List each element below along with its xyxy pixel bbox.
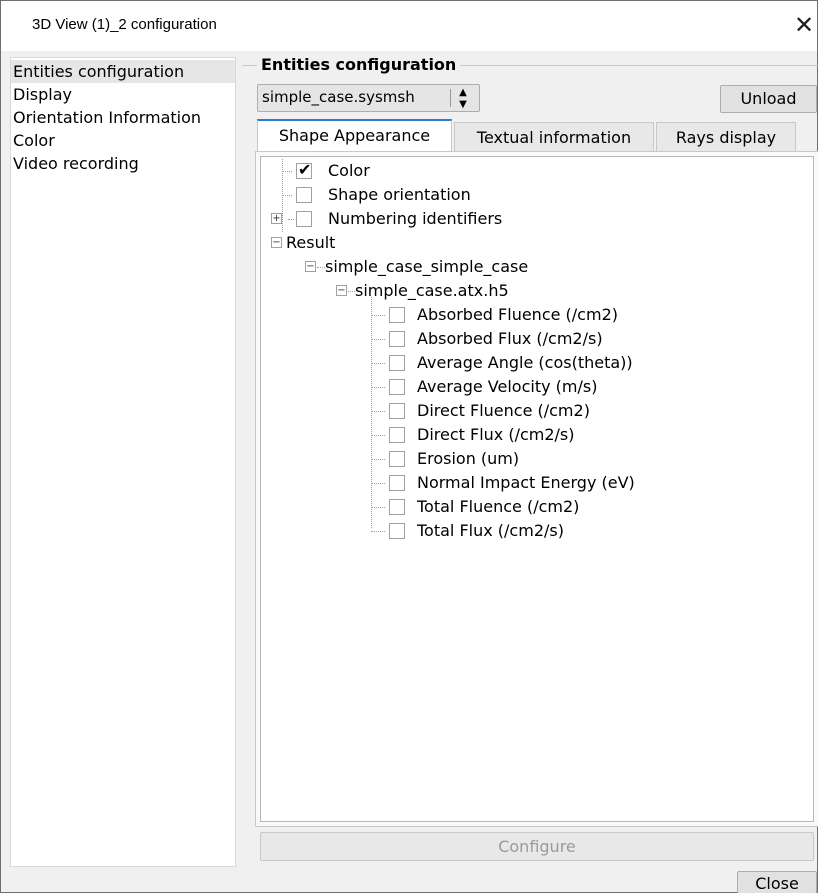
tree-node-label: Average Angle (cos(theta)) — [417, 353, 633, 372]
tree-node-result-item[interactable]: Average Velocity (m/s) — [387, 375, 687, 399]
nav-item-entities-configuration[interactable]: Entities configuration — [11, 60, 235, 83]
tree-node-label: Shape orientation — [328, 185, 471, 204]
tree-connector — [371, 435, 385, 436]
spin-arrows-icon: ▲ ▼ — [459, 87, 467, 110]
collapse-minus-icon[interactable]: − — [271, 237, 282, 248]
result-checkbox[interactable] — [389, 379, 405, 395]
tab-shape-appearance[interactable]: Shape Appearance — [257, 119, 452, 152]
tree-node-result-item[interactable]: Direct Flux (/cm2/s) — [387, 423, 687, 447]
nav-item-display[interactable]: Display — [11, 83, 235, 106]
tree-connector — [371, 315, 385, 316]
window-title: 3D View (1)_2 configuration — [32, 16, 217, 33]
tree-connector — [371, 339, 385, 340]
tree-node-result-item[interactable]: Direct Fluence (/cm2) — [387, 399, 687, 423]
title-bar: 3D View (1)_2 configuration ✕ — [1, 1, 817, 51]
numbering-identifiers-checkbox[interactable] — [296, 211, 312, 227]
tree-connector — [348, 291, 355, 292]
tree-connector — [371, 387, 385, 388]
result-checkbox[interactable] — [389, 403, 405, 419]
entity-tree[interactable]: ✔ Color Shape orientation + Numbering id… — [260, 156, 814, 822]
tree-connector — [371, 459, 385, 460]
tree-node-result-item[interactable]: Total Fluence (/cm2) — [387, 495, 687, 519]
tree-node-label: Erosion (um) — [417, 449, 520, 468]
tab-rays-display[interactable]: Rays display — [656, 122, 796, 152]
result-checkbox[interactable] — [389, 355, 405, 371]
tree-node-label: Absorbed Flux (/cm2/s) — [417, 329, 603, 348]
tree-node-shape-orientation[interactable]: Shape orientation — [294, 183, 594, 207]
tree-node-label: Direct Fluence (/cm2) — [417, 401, 590, 420]
expand-plus-icon[interactable]: + — [271, 213, 282, 224]
result-checkbox[interactable] — [389, 499, 405, 515]
tree-connector — [371, 411, 385, 412]
checkmark-icon: ✔ — [298, 160, 312, 179]
close-button[interactable]: Close — [737, 871, 817, 893]
file-select[interactable]: simple_case.sysmsh ▲ ▼ — [257, 84, 480, 112]
result-checkbox[interactable] — [389, 331, 405, 347]
close-icon[interactable]: ✕ — [791, 11, 817, 39]
tree-connector — [317, 267, 325, 268]
result-checkbox[interactable] — [389, 427, 405, 443]
result-checkbox[interactable] — [389, 475, 405, 491]
tree-node-label: Numbering identifiers — [328, 209, 503, 228]
tree-connector — [371, 483, 385, 484]
tree-node-label: simple_case_simple_case — [325, 257, 529, 276]
configure-button[interactable]: Configure — [260, 832, 814, 861]
tree-connector — [371, 531, 385, 532]
tree-connector — [371, 363, 385, 364]
tree-node-result-item[interactable]: Absorbed Fluence (/cm2) — [387, 303, 687, 327]
tree-node-label: Absorbed Fluence (/cm2) — [417, 305, 618, 324]
tree-node-numbering-identifiers[interactable]: Numbering identifiers — [294, 207, 594, 231]
result-checkbox[interactable] — [389, 451, 405, 467]
nav-item-orientation-information[interactable]: Orientation Information — [11, 106, 235, 129]
tree-connector — [371, 297, 372, 528]
tree-node-result-item[interactable]: Average Angle (cos(theta)) — [387, 351, 687, 375]
tree-node-result[interactable]: Result — [286, 231, 486, 255]
result-checkbox[interactable] — [389, 307, 405, 323]
unload-button[interactable]: Unload — [720, 85, 817, 113]
tree-node-result-item[interactable]: Absorbed Flux (/cm2/s) — [387, 327, 687, 351]
tree-connector — [371, 507, 385, 508]
tree-node-color[interactable]: ✔ Color — [294, 159, 494, 183]
tree-node-label: Total Flux (/cm2/s) — [417, 521, 564, 540]
tree-node-label: Total Fluence (/cm2) — [417, 497, 580, 516]
nav-item-color[interactable]: Color — [11, 129, 235, 152]
tree-node-result-item[interactable]: Normal Impact Energy (eV) — [387, 471, 687, 495]
tree-node-file[interactable]: simple_case.atx.h5 — [355, 279, 655, 303]
tree-node-label: Color — [328, 161, 370, 180]
settings-nav-list: Entities configuration Display Orientati… — [10, 57, 236, 867]
color-checkbox[interactable]: ✔ — [296, 160, 312, 179]
tree-node-result-item[interactable]: Total Flux (/cm2/s) — [387, 519, 687, 543]
tree-node-label: Normal Impact Energy (eV) — [417, 473, 635, 492]
shape-orientation-checkbox[interactable] — [296, 187, 312, 203]
tree-node-label: Result — [286, 233, 336, 252]
collapse-minus-icon[interactable]: − — [336, 285, 347, 296]
file-select-value: simple_case.sysmsh — [262, 88, 415, 106]
tree-node-label: simple_case.atx.h5 — [355, 281, 509, 300]
collapse-minus-icon[interactable]: − — [305, 261, 316, 272]
nav-item-video-recording[interactable]: Video recording — [11, 152, 235, 175]
tree-connector — [282, 171, 292, 172]
result-checkbox[interactable] — [389, 523, 405, 539]
group-title: Entities configuration — [257, 54, 461, 76]
combo-divider — [450, 89, 451, 107]
tree-connector — [282, 195, 292, 196]
tree-node-label: Average Velocity (m/s) — [417, 377, 598, 396]
configuration-dialog: 3D View (1)_2 configuration ✕ Entities c… — [0, 0, 818, 893]
tab-textual-information[interactable]: Textual information — [454, 122, 654, 152]
tree-node-result-item[interactable]: Erosion (um) — [387, 447, 687, 471]
tree-node-case[interactable]: simple_case_simple_case — [325, 255, 625, 279]
tree-node-label: Direct Flux (/cm2/s) — [417, 425, 575, 444]
